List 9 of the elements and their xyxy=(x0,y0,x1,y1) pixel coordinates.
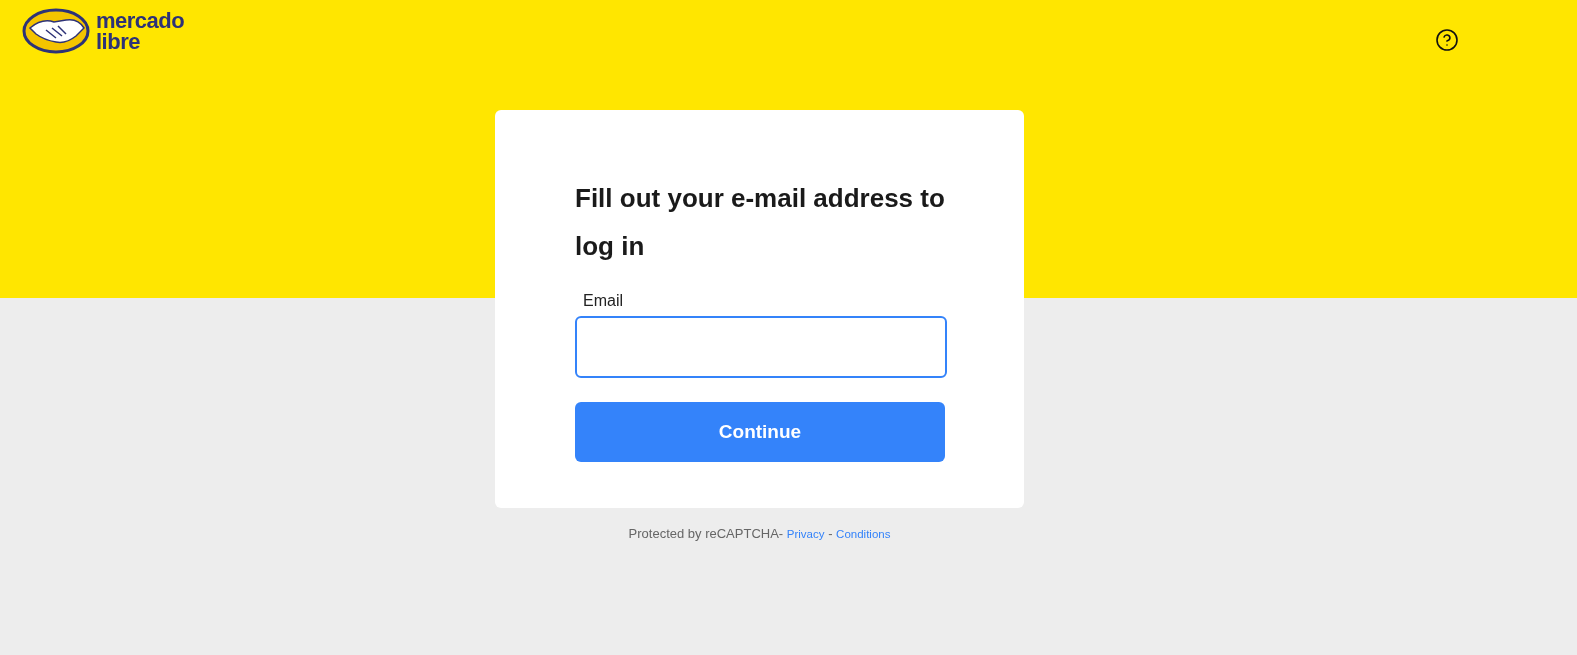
email-field[interactable] xyxy=(575,316,947,378)
continue-button[interactable]: Continue xyxy=(575,402,945,462)
help-icon[interactable] xyxy=(1435,28,1459,52)
field-label: Email xyxy=(583,292,623,310)
footer-text: Protected by reCAPTCHA- Privacy - Conditions xyxy=(628,526,891,541)
card-title: Fill out your e-mail address to log in xyxy=(575,182,946,263)
footer-link[interactable]: Conditions xyxy=(836,528,891,540)
footer-link[interactable]: Privacy xyxy=(786,528,825,540)
logo-wordmark: mercado libre xyxy=(96,10,185,52)
